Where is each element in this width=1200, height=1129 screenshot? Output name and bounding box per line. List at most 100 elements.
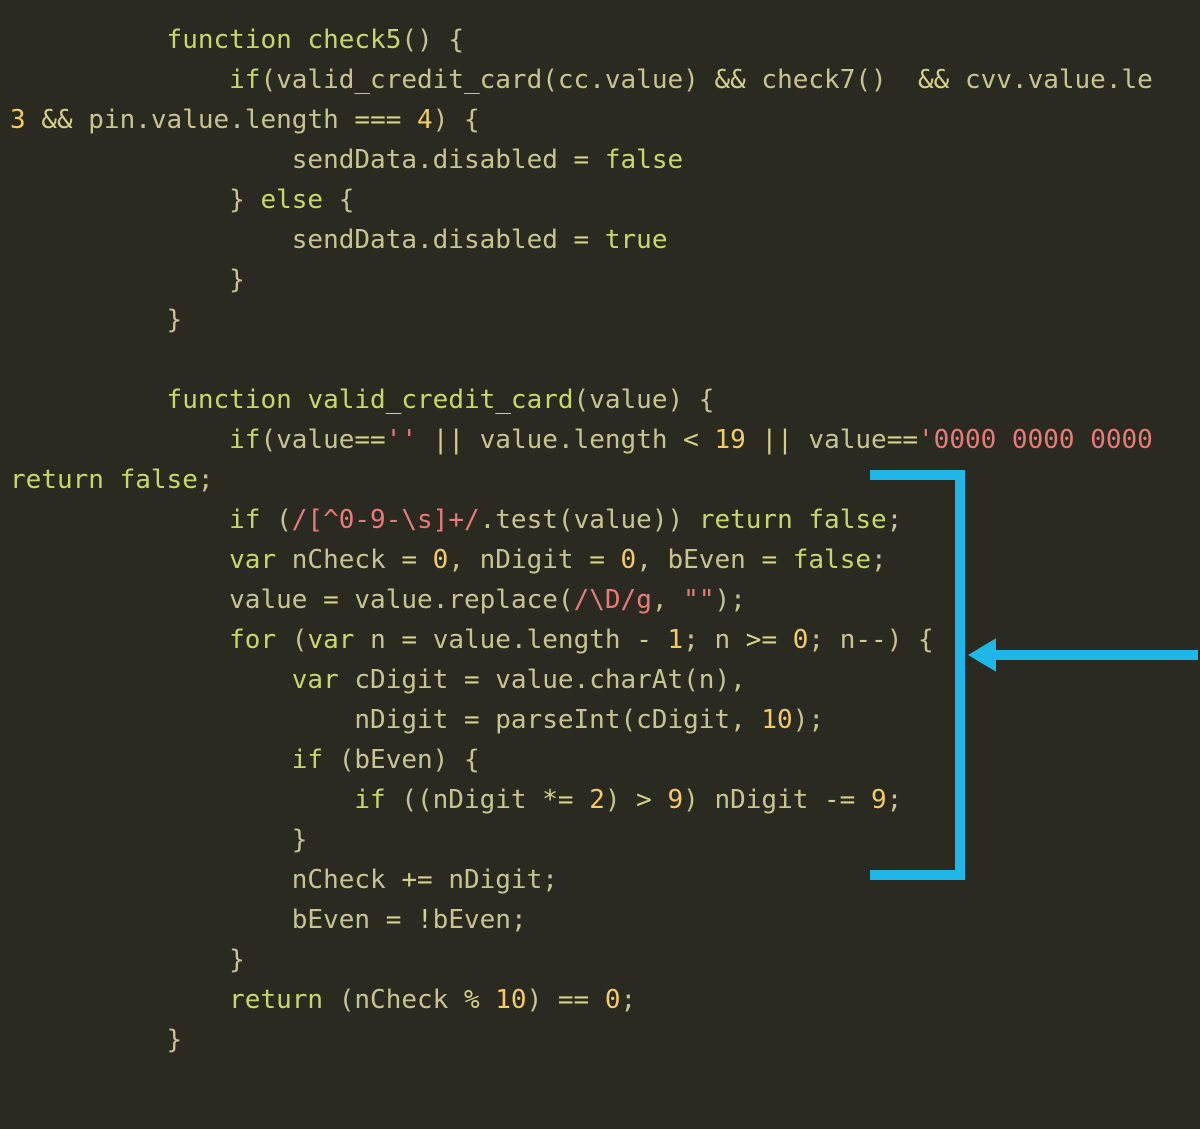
code-token: nDigit [480,545,574,575]
code-token [808,785,824,815]
code-token: if [354,785,385,815]
code-token [417,425,433,455]
code-token [417,625,433,655]
code-token: && [714,65,745,95]
code-token: pin [88,105,135,135]
code-token: = [574,145,590,175]
code-token: value [433,625,511,655]
code-line: } [10,305,182,335]
code-line: for (var n = value.length - 1; n >= 0; n… [10,625,934,655]
code-token: ( [260,505,291,535]
code-token: function [167,385,292,415]
code-token [307,585,323,615]
code-token: } [167,305,183,335]
code-token: ) { [667,385,714,415]
code-token [605,545,621,575]
code-token: length [245,105,339,135]
code-token: = [589,545,605,575]
code-token: || [761,425,792,455]
code-token: if [229,65,260,95]
code-token [699,425,715,455]
code-token: . [480,505,496,535]
code-token: value [605,65,683,95]
code-token: ( [323,745,354,775]
code-token: == [558,985,589,1015]
code-token: if [292,745,323,775]
code-token: n [840,625,856,655]
code-token [292,25,308,55]
code-token: value [1028,65,1106,95]
code-token: = [401,625,417,655]
code-token [621,625,637,655]
code-line: var cDigit = value.charAt(n), [10,665,746,695]
code-line: if ((nDigit *= 2) > 9) nDigit -= 9; [10,785,902,815]
code-token: value [480,425,558,455]
code-token [448,985,464,1015]
code-token: 0 [433,545,449,575]
code-token: = [323,585,339,615]
code-token: /[^0-9-\s]+/ [292,505,480,535]
code-token [793,505,809,535]
code-token: true [605,225,668,255]
code-token [589,145,605,175]
code-token [26,105,42,135]
code-token: 9 [667,785,683,815]
code-token: cc [558,65,589,95]
code-token: nDigit [714,785,808,815]
code-token: nCheck [354,985,448,1015]
code-token: 0 [605,985,621,1015]
code-token [386,545,402,575]
code-line: } [10,1025,182,1055]
code-token [668,425,684,455]
code-token: '' [386,425,417,455]
code-token: false [793,545,871,575]
code-token: ; [887,505,903,535]
code-token [527,785,543,815]
code-token: ; [808,625,839,655]
code-token: var [292,665,339,695]
code-token [574,545,590,575]
code-token: ) [683,785,714,815]
code-token: ; [621,985,637,1015]
code-token: += [401,865,432,895]
code-token: value [574,505,652,535]
code-token: 4 [417,105,433,135]
code-token [777,625,793,655]
code-token: 3 [10,105,26,135]
code-token: length [527,625,621,655]
code-token [464,425,480,455]
code-token [746,425,762,455]
code-token: ( [574,385,590,415]
code-token: 0 [793,625,809,655]
code-token: > [636,785,652,815]
code-token [480,665,496,695]
code-line: function valid_credit_card(value) { [10,385,714,415]
code-token: 10 [495,985,526,1015]
code-token: value [589,385,667,415]
code-token [339,665,355,695]
code-line: sendData.disabled = false [10,145,683,175]
code-token: bEven [433,905,511,935]
code-token: valid_credit_card [276,65,542,95]
code-token: 19 [714,425,745,455]
code-token: cDigit [354,665,448,695]
code-token: check5 [307,25,401,55]
code-token [401,905,417,935]
code-token: false [605,145,683,175]
code-token: value [229,585,307,615]
code-token: le [1122,65,1153,95]
code-token [558,225,574,255]
code-token [855,785,871,815]
code-token: == [354,425,385,455]
code-token: value [354,585,432,615]
code-token: "" [683,585,714,615]
code-token: . [1106,65,1122,95]
code-token: if [229,505,260,535]
code-token: for [229,625,276,655]
code-token: ; [198,465,214,495]
code-token: () { [401,25,464,55]
code-token: { [323,185,354,215]
code-line: } else { [10,185,354,215]
code-token: return [229,985,323,1015]
code-token: n [370,625,386,655]
